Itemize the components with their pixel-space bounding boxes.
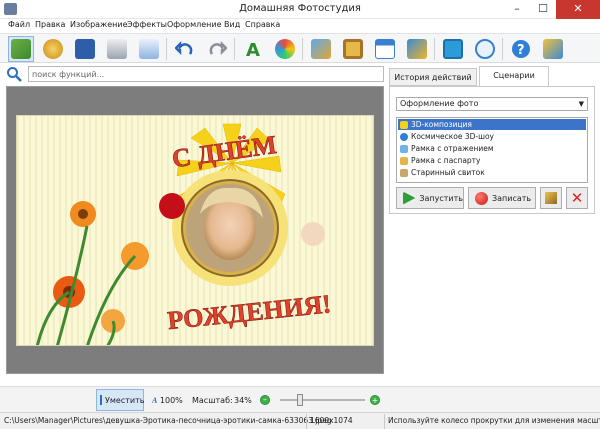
calendar-button[interactable] — [372, 36, 398, 62]
fit-icon — [100, 395, 102, 405]
calendar-icon — [375, 39, 395, 59]
undo-button[interactable] — [172, 36, 198, 62]
chevron-down-icon: ▼ — [578, 100, 584, 108]
open-image-icon — [11, 39, 31, 59]
toolbar: A ? — [0, 33, 600, 63]
enhance-button[interactable] — [40, 36, 66, 62]
list-item[interactable]: Рамка с отражением — [398, 143, 586, 154]
save-icon — [75, 39, 95, 59]
list-item[interactable]: Рамка с паспарту — [398, 155, 586, 166]
postcard-icon — [407, 39, 427, 59]
redo-button[interactable] — [204, 36, 230, 62]
help-icon: ? — [512, 40, 530, 58]
open-image-button[interactable] — [8, 36, 34, 62]
play-icon — [403, 191, 416, 205]
print-icon — [107, 39, 127, 59]
record-button[interactable]: Записать — [468, 187, 536, 209]
list-item[interactable]: 3D-композиция — [398, 119, 586, 130]
zoom-slider-track[interactable] — [280, 399, 365, 401]
category-select[interactable]: Оформление фото ▼ — [396, 97, 588, 111]
menu-view[interactable]: Вид — [224, 20, 240, 29]
frame-icon — [343, 39, 363, 59]
file-path: C:\Users\Manager\Pictures\девушка-Эротик… — [4, 416, 332, 425]
edit-scenario-button[interactable] — [540, 187, 562, 209]
fit-screen-button[interactable] — [440, 36, 466, 62]
enhance-icon — [43, 39, 63, 59]
menu-edit[interactable]: Правка — [35, 20, 65, 29]
collage-icon — [311, 39, 331, 59]
menu-effects[interactable]: Эффекты — [127, 20, 167, 29]
search-bar — [6, 66, 384, 82]
list-item[interactable]: Космическое 3D-шоу — [398, 131, 586, 142]
svg-text:A: A — [246, 40, 260, 59]
redo-icon — [209, 40, 227, 56]
passepartout-frame-icon — [400, 157, 408, 165]
close-button[interactable]: ✕ — [556, 0, 600, 19]
fit-screen-icon — [443, 39, 463, 59]
palette-button[interactable] — [272, 36, 298, 62]
maximize-button[interactable]: ☐ — [530, 0, 556, 19]
search-icon — [7, 67, 22, 82]
export-button[interactable] — [136, 36, 162, 62]
frame-button[interactable] — [340, 36, 366, 62]
search-input[interactable] — [28, 66, 384, 82]
menu-file[interactable]: Файл — [8, 20, 30, 29]
image-dimensions: 1600x1074 — [310, 416, 353, 425]
box-button[interactable] — [540, 36, 566, 62]
menu-bar: Файл Правка Изображение Эффекты Оформлен… — [0, 19, 600, 33]
scroll-icon — [400, 169, 408, 177]
menu-design[interactable]: Оформление — [167, 20, 222, 29]
space-show-icon — [400, 133, 408, 141]
title-bar: Домашняя Фотостудия – ☐ ✕ — [0, 0, 600, 19]
reflection-frame-icon — [400, 145, 408, 153]
print-button[interactable] — [104, 36, 130, 62]
scenario-list: 3D-композиция Космическое 3D-шоу Рамка с… — [396, 117, 588, 183]
zoom-out-button[interactable]: – — [260, 395, 270, 405]
menu-image[interactable]: Изображение — [70, 20, 128, 29]
text-button[interactable]: A — [240, 36, 266, 62]
svg-text:?: ? — [517, 43, 525, 58]
palette-icon — [275, 39, 295, 59]
export-icon — [139, 39, 159, 59]
text-icon: A — [246, 40, 260, 59]
image-canvas[interactable]: С ДНЁМ РОЖДЕНИЯ! — [6, 86, 384, 374]
delete-scenario-button[interactable]: ✕ — [566, 187, 588, 209]
list-item[interactable]: Старинный свиток — [398, 167, 586, 178]
zoom-bar: Уместить A 100% Масштаб: 34% – + — [0, 386, 600, 412]
scale-label: Масштаб: — [192, 396, 233, 405]
status-bar: C:\Users\Manager\Pictures\девушка-Эротик… — [0, 412, 600, 429]
delete-icon: ✕ — [570, 189, 584, 207]
zoom-in-button[interactable]: + — [370, 395, 380, 405]
undo-icon — [175, 40, 193, 56]
run-button[interactable]: Запустить — [396, 187, 464, 209]
collage-button[interactable] — [308, 36, 334, 62]
composition-icon — [400, 121, 408, 129]
help-button[interactable]: ? — [508, 36, 534, 62]
zoom-slider-thumb[interactable] — [297, 394, 303, 406]
postcard-button[interactable] — [404, 36, 430, 62]
minimize-button[interactable]: – — [504, 0, 530, 19]
tab-scenarios[interactable]: Сценарии — [479, 66, 549, 87]
actual-size-button[interactable] — [472, 36, 498, 62]
actual-size-small-icon: A — [152, 396, 158, 405]
photo-artwork: С ДНЁМ РОЖДЕНИЯ! — [17, 116, 373, 345]
category-select-value: Оформление фото — [400, 99, 479, 108]
side-tabs: История действий Сценарии — [389, 66, 598, 87]
edit-icon — [545, 192, 557, 204]
record-icon — [475, 191, 488, 205]
fit-button[interactable]: Уместить — [96, 389, 144, 411]
actual-size-icon — [475, 39, 495, 59]
actual-size-zoom[interactable]: A 100% — [152, 396, 183, 405]
scale-value: 34% — [234, 396, 252, 405]
status-hint: Используйте колесо прокрутки для изменен… — [388, 416, 600, 425]
save-button[interactable] — [72, 36, 98, 62]
tab-history[interactable]: История действий — [389, 68, 477, 86]
scenarios-panel: Оформление фото ▼ 3D-композиция Космичес… — [389, 86, 595, 214]
box-icon — [543, 39, 563, 59]
menu-help[interactable]: Справка — [245, 20, 280, 29]
photo-preview: С ДНЁМ РОЖДЕНИЯ! — [16, 115, 374, 346]
